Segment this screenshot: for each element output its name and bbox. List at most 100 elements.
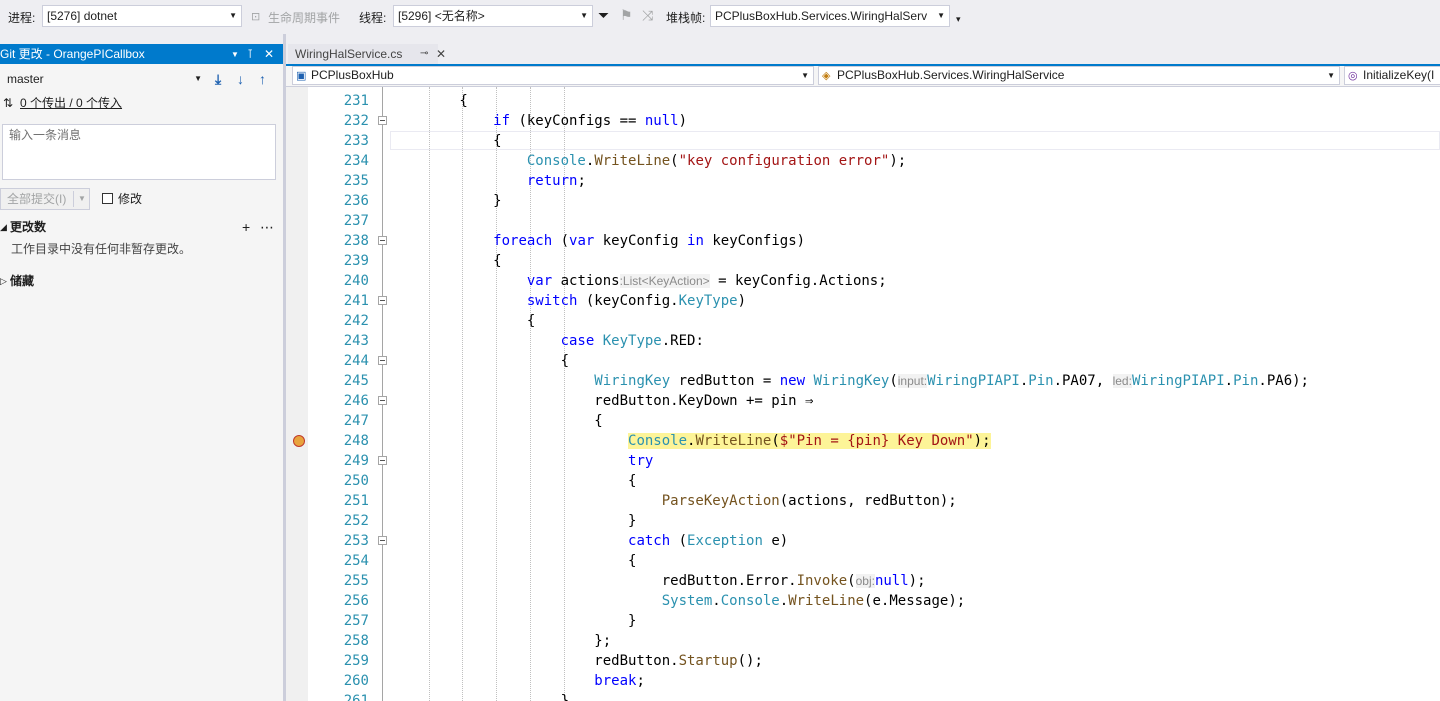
code-text: System.Console.WriteLine(e.Message); [661,593,966,609]
code-line[interactable]: 239 { [286,251,1440,271]
code-line[interactable]: 242 { [286,311,1440,331]
collapse-icon[interactable] [378,356,387,365]
stackframe-combo[interactable]: PCPlusBoxHub.Services.WiringHalServ ▼ [710,5,950,27]
amend-checkbox[interactable] [102,193,113,204]
filter-flag-icon[interactable]: ⚑ [620,8,633,22]
code-text: } [392,613,637,629]
pin-icon[interactable]: ⊸ [420,44,428,64]
close-icon[interactable]: ✕ [436,44,446,64]
lifecycle-events-button[interactable]: 生命周期事件 [268,9,340,26]
code-text: { [392,133,502,149]
code-line[interactable]: 260 break; [286,671,1440,691]
process-combo[interactable]: [5276] dotnet ▼ [42,5,242,27]
document-tab-strip: WiringHalService.cs ⊸ ✕ [286,44,1440,66]
line-number: 237 [343,213,369,229]
code-line[interactable]: 236 } [286,191,1440,211]
code-line[interactable]: 238 foreach (var keyConfig in keyConfigs… [286,231,1440,251]
collapse-icon[interactable] [378,236,387,245]
branch-selector[interactable]: master ▼ [0,70,206,88]
code-line[interactable]: 245 WiringKey redButton = new WiringKey(… [286,371,1440,391]
line-number: 242 [343,313,369,329]
collapse-icon[interactable] [378,116,387,125]
code-line[interactable]: 246 redButton.KeyDown += pin ⇒ [286,391,1440,411]
code-line[interactable]: 241 switch (keyConfig.KeyType) [286,291,1440,311]
chevron-down-icon[interactable]: ▼ [78,189,86,209]
code-line[interactable]: 231 { [286,91,1440,111]
code-line[interactable]: 237 [286,211,1440,231]
line-number: 231 [343,93,369,109]
thread-combo[interactable]: [5296] <无名称> ▼ [393,5,593,27]
commit-all-button[interactable]: 全部提交(I) ▼ [0,188,90,210]
code-line[interactable]: 252 } [286,511,1440,531]
code-text: redButton.Startup(); [392,653,763,669]
collapse-icon[interactable] [378,456,387,465]
code-line[interactable]: 259 redButton.Startup(); [286,651,1440,671]
line-number: 250 [343,473,369,489]
code-text: Console.WriteLine($"Pin = {pin} Key Down… [628,433,991,449]
chevron-down-icon: ▼ [194,74,202,83]
amend-label: 修改 [118,192,143,206]
outgoing-incoming-link[interactable]: 0 个传出 / 0 个传入 [20,94,122,112]
chevron-down-icon: ▼ [229,11,237,20]
code-line[interactable]: 256 System.Console.WriteLine(e.Message); [286,591,1440,611]
sync-arrows-icon: ⇅ [3,96,14,110]
code-line[interactable]: 247 { [286,411,1440,431]
chevron-down-icon: ▼ [580,11,588,20]
nav-class-label: PCPlusBoxHub.Services.WiringHalService [837,68,1065,82]
code-text: redButton.KeyDown += pin ⇒ [392,393,814,409]
class-dropdown[interactable]: ◈ PCPlusBoxHub.Services.WiringHalService… [818,66,1340,85]
git-panel-titlebar: Git 更改 - OrangePICallbox ▼ ⊺ ✕ [0,44,283,64]
commit-message-input[interactable]: 输入一条消息 [2,124,276,180]
code-line[interactable]: 244 { [286,351,1440,371]
code-line[interactable]: 255 redButton.Error.Invoke(obj:null); [286,571,1440,591]
fetch-icon[interactable]: ⤓ [215,71,221,88]
code-line[interactable]: 248 Console.WriteLine($"Pin = {pin} Key … [286,431,1440,451]
line-number: 246 [343,393,369,409]
git-changes-panel: Git 更改 - OrangePICallbox ▼ ⊺ ✕ master ▼ … [0,44,284,701]
collapse-icon[interactable] [378,396,387,405]
code-line[interactable]: 250 { [286,471,1440,491]
close-icon[interactable]: ✕ [264,44,274,64]
code-line[interactable]: 233 { [286,131,1440,151]
code-line[interactable]: 232 if (keyConfigs == null) [286,111,1440,131]
code-text: } [392,693,570,701]
code-text: } [392,513,637,529]
stage-all-icon[interactable]: + [242,218,250,236]
code-line[interactable]: 234 Console.WriteLine("key configuration… [286,151,1440,171]
push-icon[interactable]: ↑ [259,71,266,87]
code-text: break; [594,673,645,689]
code-line[interactable]: 249 try [286,451,1440,471]
pin-icon[interactable]: ⊺ [247,44,253,64]
code-line[interactable]: 254 { [286,551,1440,571]
code-line[interactable]: 235 return; [286,171,1440,191]
code-line[interactable]: 243 case KeyType.RED: [286,331,1440,351]
git-panel-title: Git 更改 - OrangePICallbox [0,47,145,61]
code-text: redButton.Error.Invoke(obj:null); [392,573,926,589]
window-menu-icon[interactable]: ▼ [231,45,239,65]
code-line[interactable]: 251 ParseKeyAction(actions, redButton); [286,491,1440,511]
project-dropdown[interactable]: ▣ PCPlusBoxHub ▼ [292,66,814,85]
collapse-icon[interactable] [378,296,387,305]
more-options-icon[interactable]: ⋯ [260,218,274,236]
code-editor[interactable]: 231 {232 if (keyConfigs == null) 233 {234… [286,87,1440,701]
code-text: } [392,193,502,209]
line-number: 243 [343,333,369,349]
code-text: ParseKeyAction(actions, redButton); [661,493,957,509]
code-line[interactable]: 253 catch (Exception e) [286,531,1440,551]
code-line[interactable]: 258 }; [286,631,1440,651]
code-line[interactable]: 261 } [286,691,1440,701]
pull-icon[interactable]: ↓ [237,71,244,87]
line-number: 261 [343,693,369,701]
thread-flag-icon[interactable]: ⤨ [642,8,653,22]
code-line[interactable]: 240 var actions:List<KeyAction> = keyCon… [286,271,1440,291]
line-number: 248 [343,433,369,449]
toolbar-overflow-icon[interactable]: ▾ [956,12,961,26]
member-dropdown[interactable]: ◎ InitializeKey(I [1344,66,1440,85]
code-line[interactable]: 257 } [286,611,1440,631]
tab-wiringhalservice[interactable]: WiringHalService.cs ⊸ ✕ [288,44,446,64]
line-number: 258 [343,633,369,649]
filter-icon[interactable]: ⏷ [598,8,609,22]
code-text: Console.WriteLine("key configuration err… [526,153,907,169]
collapse-icon[interactable] [378,536,387,545]
breakpoint-icon[interactable] [293,435,305,447]
